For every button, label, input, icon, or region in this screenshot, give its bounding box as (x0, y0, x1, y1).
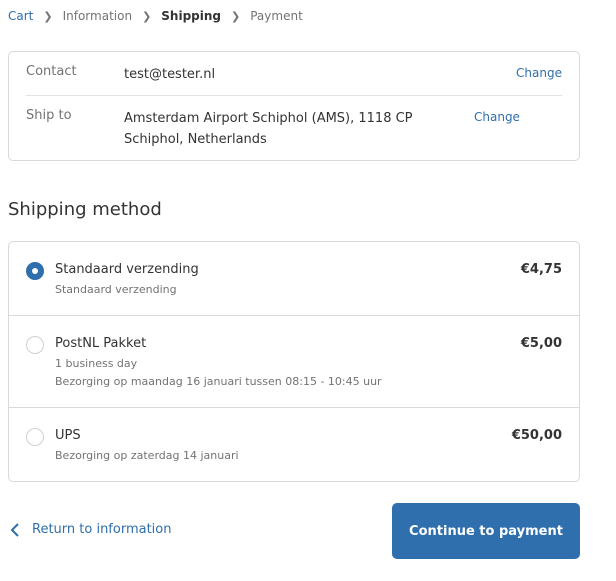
contact-label: Contact (26, 64, 77, 79)
option-description: Standaard verzending (55, 283, 177, 296)
ship-to-value: Amsterdam Airport Schiphol (AMS), 1118 C… (124, 111, 413, 147)
option-name: PostNL Pakket (55, 336, 147, 351)
chevron-right-icon: ❯ (43, 9, 53, 23)
continue-to-payment-button[interactable]: Continue to payment (392, 503, 580, 559)
shipping-option-postnl[interactable]: PostNL Pakket 1 business day Bezorging o… (9, 316, 579, 408)
radio-unselected[interactable] (26, 336, 44, 354)
breadcrumb-payment: Payment (250, 9, 303, 23)
review-box: Contact test@tester.nl Change Ship to Am… (8, 51, 580, 161)
option-description: 1 business day (55, 357, 138, 370)
option-name: UPS (55, 428, 81, 443)
option-price: €4,75 (520, 262, 562, 277)
return-to-information-link[interactable]: Return to information (10, 522, 171, 537)
shipping-option-standaard[interactable]: Standaard verzending Standaard verzendin… (9, 242, 579, 316)
breadcrumb-cart[interactable]: Cart (8, 9, 33, 23)
option-price: €50,00 (511, 428, 562, 443)
chevron-right-icon: ❯ (142, 9, 152, 23)
shipping-option-ups[interactable]: UPS Bezorging op zaterdag 14 januari €50… (9, 408, 579, 482)
option-delivery-time: Bezorging op zaterdag 14 januari (55, 449, 239, 462)
contact-value: test@tester.nl (124, 67, 216, 82)
chevron-right-icon: ❯ (231, 9, 241, 23)
ship-to-label: Ship to (26, 108, 72, 123)
option-price: €5,00 (520, 336, 562, 351)
radio-unselected[interactable] (26, 428, 44, 446)
breadcrumb-shipping: Shipping (161, 9, 222, 23)
return-label: Return to information (32, 522, 172, 537)
radio-selected[interactable] (26, 262, 44, 280)
ship-to-row: Ship to Amsterdam Airport Schiphol (AMS)… (26, 108, 562, 150)
option-name: Standaard verzending (55, 262, 199, 277)
change-contact-link[interactable]: Change (516, 66, 562, 85)
divider (26, 95, 562, 96)
contact-row: Contact test@tester.nl Change (26, 64, 562, 85)
shipping-methods: Standaard verzending Standaard verzendin… (8, 241, 580, 482)
option-delivery-time: Bezorging op maandag 16 januari tussen 0… (55, 375, 382, 388)
change-address-link[interactable]: Change (474, 110, 520, 150)
chevron-left-icon (10, 522, 19, 537)
shipping-method-heading: Shipping method (8, 199, 162, 220)
breadcrumb: Cart ❯ Information ❯ Shipping ❯ Payment (8, 9, 303, 23)
breadcrumb-information[interactable]: Information (63, 9, 132, 23)
